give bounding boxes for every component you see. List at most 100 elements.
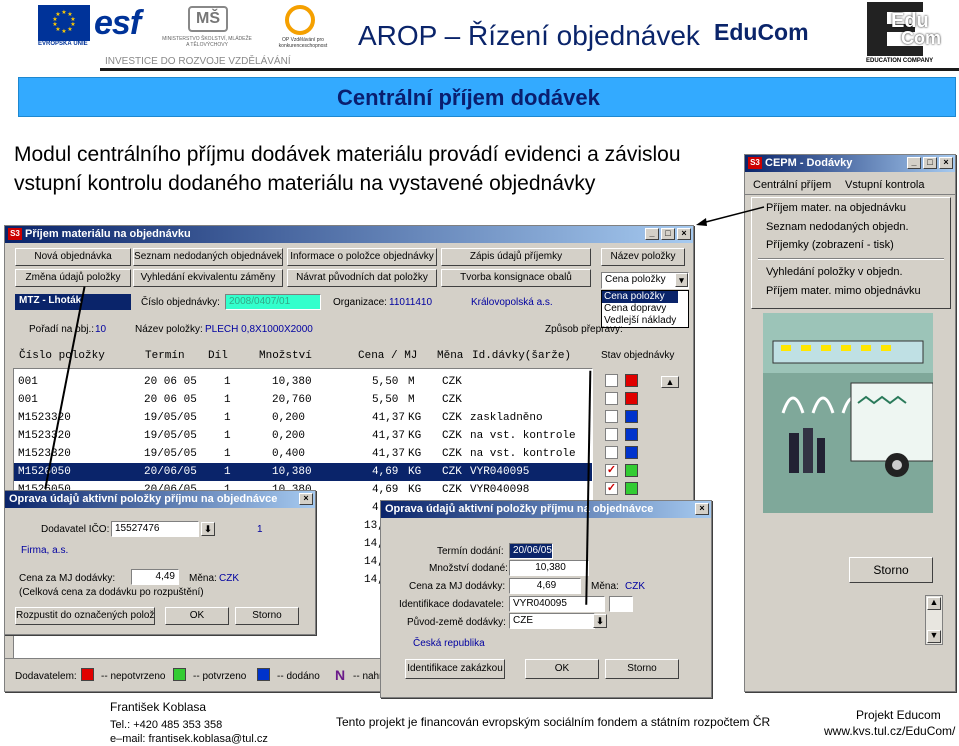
supplier-ico-field[interactable]: 15527476 xyxy=(111,521,199,537)
table-row-selected[interactable]: M1526050 20/06/05 1 10,380 4,69 KG CZK VYR04009… xyxy=(14,463,592,481)
op-logo-caption: OP Vzdělávání pro konkurenceschopnost xyxy=(278,37,328,49)
op-logo xyxy=(285,5,315,35)
download-icon[interactable]: ⬇ xyxy=(201,522,215,536)
app-icon: S3 xyxy=(748,157,762,169)
close-icon[interactable]: × xyxy=(299,493,313,505)
educom-logo-com: Com xyxy=(901,28,941,48)
footer-funding: Tento projekt je financován evropským so… xyxy=(336,715,771,729)
footer-project: Projekt Educom xyxy=(856,708,941,722)
legend-blue-swatch xyxy=(257,668,270,681)
tagline: INVESTICE DO ROZVOJE VZDĚLÁVÁNÍ xyxy=(105,56,291,67)
close-icon[interactable]: × xyxy=(695,503,709,515)
spread-to-items-button[interactable]: Rozpustit do označených položek xyxy=(15,607,155,625)
svg-text:★: ★ xyxy=(67,26,72,33)
order-number-label: Číslo objednávky: xyxy=(141,297,220,308)
menu-vstupni-kontrola[interactable]: Vstupní kontrola xyxy=(845,179,925,191)
delivery-date-label: Termín dodání: xyxy=(437,546,504,557)
check-icon[interactable]: ✓ xyxy=(605,482,618,495)
educom-logo-caption: EDUCATION COMPANY xyxy=(866,58,934,64)
edit-dialog-1: Oprava údajů aktivní položky příjmu na o… xyxy=(4,490,316,635)
supplier-ico-label: Dodavatel IČO: xyxy=(41,524,110,535)
download-icon[interactable]: ⬇ xyxy=(593,614,607,628)
receipt-entry-button[interactable]: Zápis údajů příjemky xyxy=(441,248,591,266)
item-name-button[interactable]: Název položky xyxy=(601,248,685,266)
find-equivalent-button[interactable]: Vyhledání ekvivalentu záměny xyxy=(133,269,283,287)
cepm-menubar: Centrální příjem Vstupní kontrola xyxy=(745,173,955,195)
status-green-marker xyxy=(625,482,638,495)
msmt-logo-caption: MINISTERSTVO ŠKOLSTVÍ, MLÁDEŽE A TĚLOVÝC… xyxy=(162,36,252,48)
sort-option-cena-dopravy[interactable]: Cena dopravy xyxy=(604,303,666,315)
list-scroll-up-icon[interactable]: ▲ xyxy=(661,376,679,388)
table-row[interactable]: M1523320 19/05/05 1 0,400 41,37 KG CZK na vst. … xyxy=(14,445,592,463)
legend-delivered: -- dodáno xyxy=(277,671,320,682)
menu-centralni-prijem[interactable]: Centrální příjem xyxy=(753,179,831,191)
restore-data-button[interactable]: Návrat původních dat položky xyxy=(287,269,437,287)
minimize-icon[interactable]: _ xyxy=(907,157,921,169)
scroll-down-icon[interactable]: ▼ xyxy=(927,630,941,643)
organization-label: Organizace: xyxy=(333,297,387,308)
col-header-date: Termín xyxy=(145,350,185,362)
legend-label: Dodavatelem: xyxy=(15,671,77,682)
new-order-button[interactable]: Nová objednávka xyxy=(15,248,131,266)
supplier-id-extra-field[interactable] xyxy=(609,596,633,612)
undelivered-orders-button[interactable]: Seznam nedodaných objednávek xyxy=(133,248,283,266)
menu-item-vyhledani-polozky[interactable]: Vyhledání položky v objedn. xyxy=(766,266,903,278)
msmt-logo: MŠ xyxy=(188,6,228,32)
table-row[interactable]: 001 20 06 05 1 10,380 5,50 M CZK xyxy=(14,373,592,391)
ok-button[interactable]: OK xyxy=(525,659,599,679)
origin-field[interactable]: CZE xyxy=(509,613,595,629)
minimize-icon[interactable]: _ xyxy=(645,228,659,240)
status-checkbox[interactable] xyxy=(605,428,618,441)
footer-url[interactable]: www.kvs.tul.cz/EduCom/ xyxy=(824,724,955,738)
sort-option-cena-polozky[interactable]: Cena položky xyxy=(602,291,678,303)
cepm-title: CEPM - Dodávky xyxy=(765,157,853,169)
dialog-2-titlebar: Oprava údajů aktivní položky příjmu na o… xyxy=(381,501,711,518)
change-item-button[interactable]: Změna údajů položky xyxy=(15,269,131,287)
currency-value: CZK xyxy=(219,573,239,584)
menu-item-prijemky[interactable]: Příjemky (zobrazení - tisk) xyxy=(766,239,894,251)
item-info-button[interactable]: Informace o položce objednávky xyxy=(287,248,437,266)
menu-item-prijem-mimo[interactable]: Příjem mater. mimo objednávku xyxy=(766,285,921,297)
educom-logo: Edu Com xyxy=(867,2,941,56)
close-icon[interactable]: × xyxy=(939,157,953,169)
cepm-scrollbar[interactable]: ▲ ▼ xyxy=(925,595,943,645)
packaging-consignment-button[interactable]: Tvorba konsignace obalů xyxy=(441,269,591,287)
footer-author: František Koblasa xyxy=(110,700,207,714)
supplier-id-field[interactable]: VYR040095 xyxy=(509,596,605,612)
eu-logo-caption: EVROPSKÁ UNIE xyxy=(38,41,88,47)
main-titlebar: S3 Příjem materiálu na objednávku _ □ × xyxy=(5,226,693,243)
table-row[interactable]: 001 20 06 05 1 20,760 5,50 M CZK xyxy=(14,391,592,409)
status-checkbox[interactable] xyxy=(605,392,618,405)
check-icon[interactable]: ✓ xyxy=(605,464,618,477)
table-row[interactable]: M1523320 19/05/05 1 0,200 41,37 KG CZK zaskladn… xyxy=(14,409,592,427)
chevron-down-icon[interactable]: ▾ xyxy=(675,273,688,287)
scroll-up-icon[interactable]: ▲ xyxy=(927,597,941,610)
cancel-button[interactable]: Storno xyxy=(605,659,679,679)
unit-name: MTZ - Lhoták xyxy=(19,295,82,306)
close-icon[interactable]: × xyxy=(677,228,691,240)
ok-button[interactable]: OK xyxy=(165,607,229,625)
svg-text:★: ★ xyxy=(55,11,60,18)
supplier-count: 1 xyxy=(257,524,263,535)
status-checkbox[interactable] xyxy=(605,446,618,459)
cepm-close-button[interactable]: Storno xyxy=(849,557,933,583)
unit-price-field[interactable]: 4,69 xyxy=(509,578,581,594)
col-header-part: Díl xyxy=(208,350,228,362)
menu-item-seznam-nedodanych[interactable]: Seznam nedodaných objedn. xyxy=(766,221,909,233)
order-number-field[interactable]: 2008/0407/01 xyxy=(225,294,321,310)
currency-label: Měna: xyxy=(591,581,619,592)
delivery-date-field[interactable]: 20/06/05 xyxy=(509,543,553,559)
maximize-icon[interactable]: □ xyxy=(661,228,675,240)
sort-select[interactable]: Cena položky ▾ xyxy=(601,272,689,289)
status-checkbox[interactable] xyxy=(605,410,618,423)
cepm-window: S3 CEPM - Dodávky _ □ × Centrální příjem… xyxy=(744,154,956,692)
maximize-icon[interactable]: □ xyxy=(923,157,937,169)
unit-price-field[interactable]: 4,49 xyxy=(131,569,179,585)
cancel-button[interactable]: Storno xyxy=(235,607,299,625)
menu-item-prijem-na-objednavku[interactable]: Příjem mater. na objednávku xyxy=(766,202,906,214)
quantity-field[interactable]: 10,380 xyxy=(509,560,589,576)
status-checkbox[interactable] xyxy=(605,374,618,387)
identify-order-button[interactable]: Identifikace zakázkou xyxy=(405,659,505,679)
page-title: AROP – Řízení objednávek xyxy=(358,20,700,51)
table-row[interactable]: M1523320 19/05/05 1 0,200 41,37 KG CZK na vst. … xyxy=(14,427,592,445)
